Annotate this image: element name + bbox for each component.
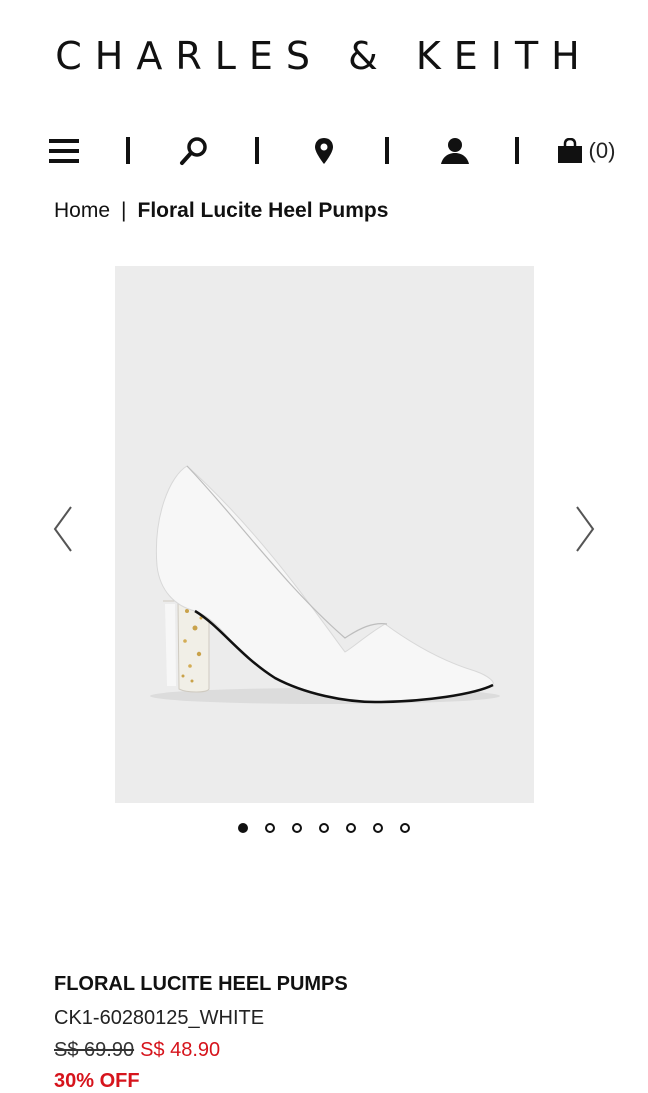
original-price: S$ 69.90: [54, 1039, 135, 1061]
breadcrumb-home-link[interactable]: Home: [54, 199, 110, 222]
gallery-dot[interactable]: [346, 823, 356, 833]
product-sku: CK1-60280125_WHITE: [54, 1007, 265, 1029]
nav-divider: [255, 137, 259, 164]
cart-button[interactable]: (0): [553, 128, 619, 174]
nav-divider: [126, 137, 130, 164]
product-price: S$ 69.90 S$ 48.90: [54, 1039, 220, 1062]
search-icon[interactable]: [178, 128, 210, 174]
breadcrumb: Home | Floral Lucite Heel Pumps: [54, 199, 388, 223]
product-image[interactable]: [115, 266, 534, 803]
top-nav: (0): [48, 128, 618, 174]
brand-logo[interactable]: CHARLES & KEITH: [0, 34, 648, 78]
nav-divider: [385, 137, 389, 164]
chevron-right-icon: [576, 506, 595, 552]
account-icon[interactable]: [438, 128, 472, 174]
location-pin-icon[interactable]: [308, 128, 340, 174]
sale-price: S$ 48.90: [140, 1039, 221, 1061]
gallery-dot[interactable]: [400, 823, 410, 833]
gallery-dot[interactable]: [292, 823, 302, 833]
product-title: FLORAL LUCITE HEEL PUMPS: [54, 973, 348, 995]
gallery-dot[interactable]: [238, 823, 248, 833]
nav-divider: [515, 137, 519, 164]
breadcrumb-current: Floral Lucite Heel Pumps: [137, 199, 389, 222]
gallery-dot[interactable]: [319, 823, 329, 833]
menu-icon[interactable]: [48, 128, 80, 174]
cart-count: (0): [588, 138, 616, 163]
gallery-next-button[interactable]: [574, 505, 596, 558]
discount-badge: 30% OFF: [54, 1070, 140, 1092]
shopping-bag-icon: [557, 138, 582, 163]
gallery-dot[interactable]: [373, 823, 383, 833]
gallery-dot[interactable]: [265, 823, 275, 833]
gallery-prev-button[interactable]: [52, 505, 74, 558]
gallery-pagination: [0, 823, 648, 833]
breadcrumb-separator: |: [121, 199, 127, 222]
chevron-left-icon: [53, 506, 72, 552]
